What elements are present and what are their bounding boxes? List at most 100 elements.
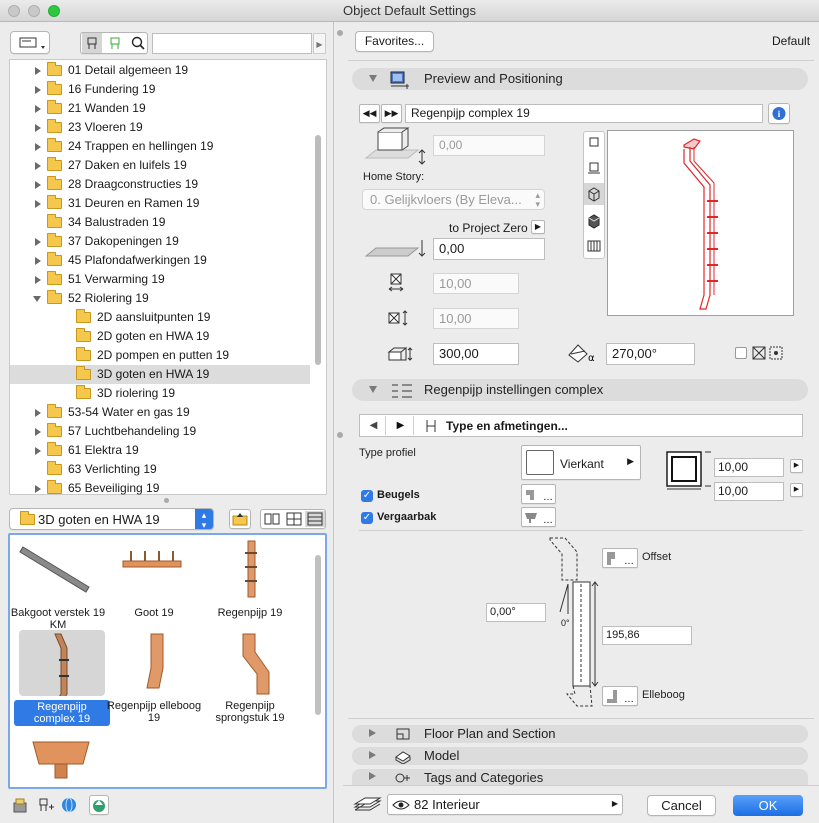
- folder-up-button[interactable]: [229, 509, 251, 529]
- library-item[interactable]: Regenpijp elleboog 19: [106, 630, 202, 724]
- favorites-objects-icon[interactable]: [105, 33, 125, 53]
- tree-row[interactable]: 52 Riolering 19: [10, 289, 310, 308]
- library-item[interactable]: Regenpijp sprongstuk 19: [202, 630, 298, 724]
- disclosure-open-icon[interactable]: [33, 295, 41, 302]
- minimize-window-button[interactable]: [28, 5, 40, 17]
- tree-row[interactable]: 3D goten en HWA 19: [10, 365, 310, 384]
- tree-row[interactable]: 01 Detail algemeen 19: [10, 61, 310, 80]
- disclosure-closed-icon[interactable]: [35, 66, 41, 75]
- project-zero-field[interactable]: 0,00: [433, 238, 545, 260]
- disclosure-closed-icon[interactable]: [35, 427, 41, 436]
- vergaarbak-checkbox[interactable]: ✓: [361, 512, 373, 524]
- library-item[interactable]: Regenpijp complex 19: [14, 630, 110, 726]
- disclosure-closed-icon[interactable]: [35, 104, 41, 113]
- disclosure-closed-icon[interactable]: [35, 237, 41, 246]
- disclosure-closed-icon[interactable]: [35, 199, 41, 208]
- disclosure-closed-icon[interactable]: [35, 408, 41, 417]
- tree-row[interactable]: 16 Fundering 19: [10, 80, 310, 99]
- tree-row[interactable]: 2D goten en HWA 19: [10, 327, 310, 346]
- next-page-button[interactable]: ▶: [388, 416, 414, 435]
- tree-scrollbar[interactable]: [315, 135, 321, 365]
- previous-page-button[interactable]: ◀: [362, 416, 386, 435]
- disclosure-closed-icon[interactable]: [35, 142, 41, 151]
- profile-width-field[interactable]: 10,00: [714, 458, 784, 477]
- info-button[interactable]: i: [768, 103, 790, 124]
- bimobject-globe-icon[interactable]: [59, 795, 79, 815]
- width-field[interactable]: 10,00: [433, 273, 519, 294]
- cancel-button[interactable]: Cancel: [647, 795, 716, 816]
- disclosure-closed-icon[interactable]: [35, 180, 41, 189]
- view-mode-button[interactable]: [10, 31, 50, 54]
- tree-row[interactable]: 57 Luchtbehandeling 19: [10, 422, 310, 441]
- library-item[interactable]: Regenpijp 19: [202, 537, 298, 619]
- disclosure-closed-icon[interactable]: [35, 275, 41, 284]
- search-go-button[interactable]: ▶: [313, 33, 326, 54]
- tree-row[interactable]: 24 Trappen en hellingen 19: [10, 137, 310, 156]
- mirror-checkbox[interactable]: [735, 347, 747, 359]
- 3d-shaded-view-icon[interactable]: [586, 212, 602, 230]
- large-icons-view-icon[interactable]: [262, 511, 282, 527]
- elleboog-options-button[interactable]: …: [602, 686, 638, 706]
- divider-handle-mid[interactable]: [337, 432, 343, 438]
- disclosure-closed-icon[interactable]: [35, 123, 41, 132]
- page-title[interactable]: Type en afmetingen...: [446, 419, 568, 433]
- bimcomponents-icon[interactable]: [89, 795, 109, 815]
- object-settings-section-header[interactable]: Regenpijp instellingen complex: [352, 379, 808, 401]
- library-item[interactable]: Bakgoot verstek 19 KM: [10, 537, 106, 631]
- depth-field[interactable]: 10,00: [433, 308, 519, 329]
- disclosure-closed-icon[interactable]: [35, 484, 41, 493]
- ok-button[interactable]: OK: [733, 795, 803, 816]
- tree-row[interactable]: 27 Daken en luifels 19: [10, 156, 310, 175]
- tree-row[interactable]: 61 Elektra 19: [10, 441, 310, 460]
- tree-row[interactable]: 2D pompen en putten 19: [10, 346, 310, 365]
- library-item[interactable]: Goot 19: [106, 537, 202, 619]
- profile-width-menu-button[interactable]: ▶: [790, 459, 803, 473]
- layer-select[interactable]: 82 Interieur ▶: [387, 794, 623, 815]
- load-library-icon[interactable]: [11, 795, 31, 815]
- add-object-icon[interactable]: [35, 795, 55, 815]
- tree-row[interactable]: 53-54 Water en gas 19: [10, 403, 310, 422]
- small-icons-view-icon[interactable]: [284, 511, 304, 527]
- rotation-angle-field[interactable]: 270,00°: [606, 343, 695, 365]
- tree-row[interactable]: 3D riolering 19: [10, 384, 310, 403]
- home-story-select[interactable]: 0. Gelijkvloers (By Eleva... ▴ ▾: [362, 189, 545, 210]
- profile-depth-field[interactable]: 10,00: [714, 482, 784, 501]
- preview-section-header[interactable]: Preview and Positioning: [352, 68, 808, 90]
- tree-row[interactable]: 65 Beveiliging 19: [10, 479, 310, 498]
- profile-depth-menu-button[interactable]: ▶: [790, 483, 803, 497]
- next-object-button[interactable]: ▶▶: [381, 104, 402, 123]
- object-name-field[interactable]: Regenpijp complex 19: [405, 104, 763, 123]
- height-field[interactable]: 300,00: [433, 343, 519, 365]
- pipe-length-field[interactable]: 195,86: [602, 626, 692, 645]
- disclosure-closed-icon[interactable]: [35, 256, 41, 265]
- folder-select[interactable]: 3D goten en HWA 19 ▴ ▾: [9, 508, 214, 530]
- section-view-icon[interactable]: [586, 160, 602, 176]
- reference-level-menu-button[interactable]: ▶: [531, 220, 545, 234]
- zoom-window-button[interactable]: [48, 5, 60, 17]
- library-objects-icon[interactable]: [82, 33, 102, 53]
- tree-row[interactable]: 45 Plafondafwerkingen 19: [10, 251, 310, 270]
- library-item[interactable]: [14, 730, 110, 796]
- plan-view-icon[interactable]: [586, 134, 602, 150]
- list-view-icon[interactable]: [305, 511, 325, 527]
- floor-plan-section-header[interactable]: Floor Plan and Section: [352, 725, 808, 743]
- vergaarbak-options-button[interactable]: …: [521, 507, 556, 527]
- close-window-button[interactable]: [8, 5, 20, 17]
- tree-row[interactable]: 63 Verlichting 19: [10, 460, 310, 479]
- divider-handle-top[interactable]: [337, 30, 343, 36]
- tags-section-header[interactable]: Tags and Categories: [352, 769, 808, 785]
- favorites-button[interactable]: Favorites...: [355, 31, 434, 52]
- disclosure-closed-icon[interactable]: [35, 85, 41, 94]
- profile-type-selector[interactable]: Vierkant ▶: [521, 445, 641, 480]
- disclosure-closed-icon[interactable]: [35, 161, 41, 170]
- 3d-wire-view-icon[interactable]: [584, 183, 604, 205]
- tree-row[interactable]: 2D aansluitpunten 19: [10, 308, 310, 327]
- items-scrollbar[interactable]: [315, 555, 321, 715]
- offset-angle-field[interactable]: 0,00°: [486, 603, 546, 622]
- search-icon[interactable]: [128, 33, 148, 53]
- beugels-checkbox[interactable]: ✓: [361, 490, 373, 502]
- tree-row[interactable]: 51 Verwarming 19: [10, 270, 310, 289]
- tree-row[interactable]: 28 Draagconstructies 19: [10, 175, 310, 194]
- previous-object-button[interactable]: ◀◀: [359, 104, 380, 123]
- beugels-options-button[interactable]: …: [521, 484, 556, 504]
